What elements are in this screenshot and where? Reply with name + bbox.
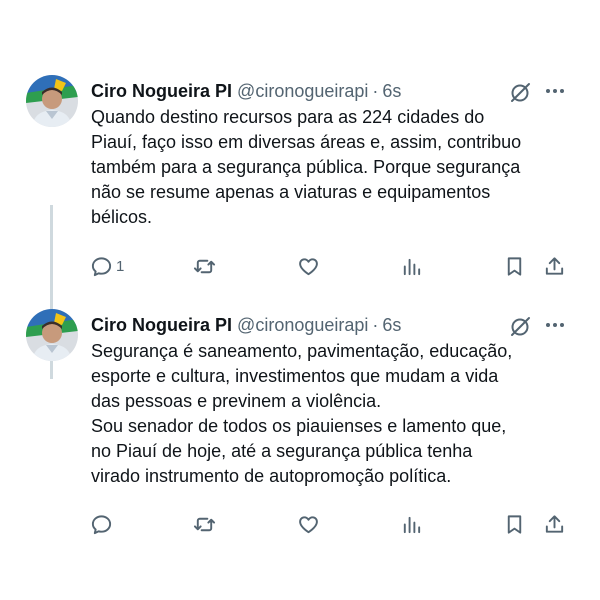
grok-icon[interactable]: [508, 81, 532, 105]
tweet-header: Ciro Nogueira PI @cironogueirapi · 6s: [91, 313, 401, 337]
tweet-text-line: Sou senador de todos os piauienses e lam…: [91, 416, 507, 436]
tweet-header: Ciro Nogueira PI @cironogueirapi · 6s: [91, 79, 401, 103]
like-icon: [299, 515, 318, 533]
reply-icon: [91, 514, 112, 534]
retweet-button[interactable]: [193, 253, 216, 279]
bookmark-icon: [507, 514, 522, 534]
bookmark-button[interactable]: [503, 511, 526, 537]
reply-button[interactable]: 1: [90, 253, 124, 279]
retweet-icon: [193, 259, 216, 273]
share-button[interactable]: [543, 253, 566, 279]
timestamp[interactable]: 6s: [382, 81, 401, 101]
like-button[interactable]: [297, 511, 320, 537]
action-bar: 1: [0, 253, 600, 279]
bookmark-button[interactable]: [503, 253, 526, 279]
like-icon: [299, 257, 318, 275]
tweet-text-line: também para a segurança pública. Porque …: [91, 157, 521, 177]
author-name[interactable]: Ciro Nogueira PI: [91, 81, 232, 101]
timestamp[interactable]: 6s: [382, 315, 401, 335]
grok-icon[interactable]: [508, 315, 532, 339]
tweet-text-line: esporte e cultura, investimentos que mud…: [91, 366, 499, 386]
share-icon: [545, 256, 564, 275]
author-name[interactable]: Ciro Nogueira PI: [91, 315, 232, 335]
tweet-text-line: não se resume apenas a viaturas e equipa…: [91, 182, 491, 202]
tweet-text-line: no Piauí de hoje, até a segurança públic…: [91, 441, 473, 461]
like-button[interactable]: [297, 253, 320, 279]
views-icon: [403, 258, 421, 275]
tweet-text-line: virado instrumento de autopromoção polít…: [91, 466, 452, 486]
retweet-button[interactable]: [193, 511, 216, 537]
action-bar: [0, 511, 600, 537]
more-icon[interactable]: [543, 79, 567, 103]
more-icon[interactable]: [543, 313, 567, 337]
tweet-text-line: Piauí, faço isso em diversas áreas e, as…: [91, 132, 522, 152]
reply-count: 1: [116, 257, 125, 275]
share-icon: [545, 514, 564, 533]
reply-icon: [91, 256, 112, 276]
tweet-text-line: das pessoas e previnem a violência.: [91, 391, 382, 411]
avatar[interactable]: [26, 309, 78, 361]
avatar[interactable]: [26, 75, 78, 127]
views-icon: [403, 516, 421, 533]
bookmark-icon: [507, 256, 522, 276]
views-button[interactable]: [400, 511, 423, 537]
separator: ·: [372, 81, 379, 101]
tweet-text-line: Segurança é saneamento, pavimentação, ed…: [91, 341, 513, 361]
tweet-text: Quando destino recursos para as 224 cida…: [91, 105, 581, 230]
reply-button[interactable]: [90, 511, 116, 537]
author-handle[interactable]: @cironogueirapi: [237, 315, 368, 335]
tweet-text-line: bélicos.: [91, 207, 153, 227]
author-handle[interactable]: @cironogueirapi: [237, 81, 368, 101]
tweet-text: Segurança é saneamento, pavimentação, ed…: [91, 339, 581, 489]
tweet-text-line: Quando destino recursos para as 224 cida…: [91, 107, 485, 127]
retweet-icon: [193, 517, 216, 531]
share-button[interactable]: [543, 511, 566, 537]
views-button[interactable]: [400, 253, 423, 279]
separator: ·: [372, 315, 379, 335]
